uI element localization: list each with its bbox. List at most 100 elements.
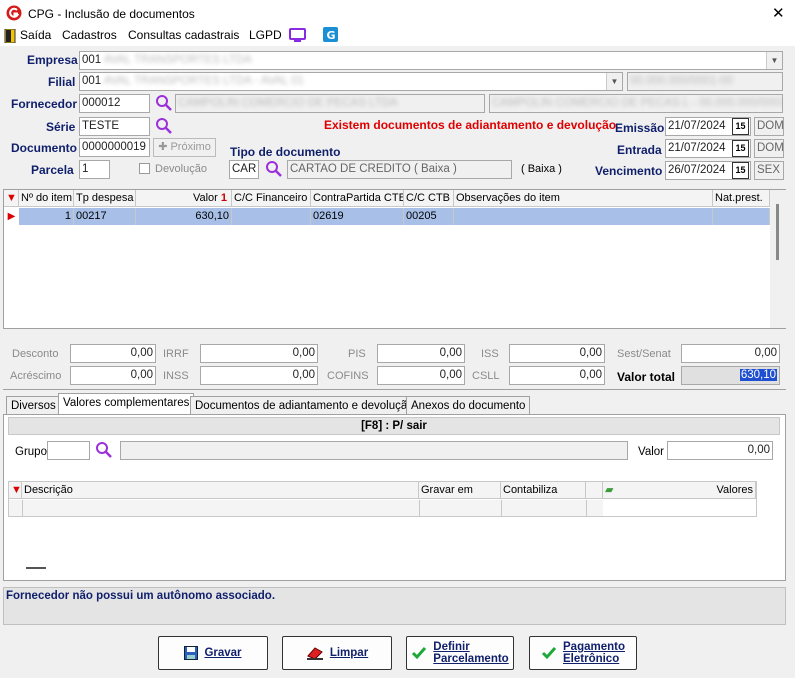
tipo-baixa-text: ( Baixa ) [521,163,562,175]
calendar-icon[interactable]: 15 [732,162,749,179]
fornecedor-code-field[interactable]: 000012 [79,94,150,113]
pis-field[interactable]: 0,00 [377,344,465,363]
warning-message: Existem documentos de adiantamento e dev… [324,118,617,132]
tab-valores-complementares[interactable]: Valores complementares [58,393,195,415]
search-icon[interactable] [155,94,173,112]
tipo-desc-field: CARTAO DE CREDITO ( Baixa ) [287,160,512,179]
tab-documentos-adiantamento[interactable]: Documentos de adiantamento e devolução [190,396,419,415]
csll-field[interactable]: 0,00 [509,366,605,385]
devolucao-label: Devolução [155,163,207,175]
pagamento-eletronico-button[interactable]: Pagamento Eletrônico [529,636,637,670]
acrescimo-field[interactable]: 0,00 [70,366,156,385]
filial-select[interactable]: 001 AVAL TRANSPORTES LTDA - AVAL 01 [79,72,623,91]
money-icon: ▰ [605,484,614,496]
header-valores[interactable]: ▰ Valores [603,482,756,499]
menu-lgpd[interactable]: LGPD [249,28,282,42]
empresa-label: Empresa [27,53,78,67]
cell-obs [454,208,713,225]
app-logo-icon [6,5,22,21]
tab-anexos[interactable]: Anexos do documento [406,396,531,415]
status-message: Fornecedor não possui um autônomo associ… [6,590,276,602]
desconto-field[interactable]: 0,00 [70,344,156,363]
valor-total-field: 630,10 [681,366,780,385]
cofins-field[interactable]: 0,00 [377,366,465,385]
devolucao-checkbox[interactable] [139,163,150,174]
window-title: CPG - Inclusão de documentos [28,7,195,21]
menu-cadastros[interactable]: Cadastros [62,28,117,42]
pis-label: PIS [348,348,366,360]
header-item[interactable]: Nº do item [19,190,74,207]
header-valor[interactable]: Valor 1 [136,190,232,207]
irrf-field[interactable]: 0,00 [200,344,318,363]
grid-menu-icon[interactable]: ▼ [9,482,22,499]
sort-marker: 1 [220,192,227,204]
complementares-grid[interactable]: ▼ Descrição Gravar em Contabiliza ▰ Valor… [8,481,757,517]
scrollbar[interactable] [770,190,786,328]
header-cc-ctb[interactable]: C/C CTB [404,190,454,207]
calendar-icon[interactable]: 15 [732,118,749,135]
header-observacoes[interactable]: Observações do item [454,190,713,207]
parcela-field[interactable]: 1 [79,160,110,179]
chevron-down-icon[interactable]: ▼ [606,73,622,90]
serie-field[interactable]: TESTE [79,117,150,136]
close-button[interactable]: ✕ [772,4,785,22]
iss-label: ISS [481,348,499,360]
emissao-day-field: DOM [754,117,784,136]
tab-diversos[interactable]: Diversos [6,396,61,415]
limpar-button[interactable]: Limpar [282,636,392,670]
sest-field[interactable]: 0,00 [681,344,780,363]
monitor-icon[interactable] [289,28,306,43]
inss-field[interactable]: 0,00 [200,366,318,385]
inss-label: INSS [163,370,189,382]
header-descricao[interactable]: Descrição [22,482,419,499]
empresa-select[interactable]: 001 AVAL TRANSPORTES LTDA [79,51,783,70]
filial-label: Filial [48,75,76,89]
chevron-down-icon[interactable]: ▼ [766,52,782,69]
cell-item: 1 [19,208,74,225]
documento-field[interactable]: 0000000019 [79,138,150,157]
calendar-icon[interactable]: 15 [732,140,749,157]
header-tp-despesa[interactable]: Tp despesa [74,190,136,207]
floppy-disk-icon [184,646,199,660]
menu-consultas[interactable]: Consultas cadastrais [128,28,239,42]
scroll-indicator [26,567,46,569]
cell-ccctb: 00205 [404,208,454,225]
search-icon[interactable] [155,117,173,135]
table-row[interactable] [9,500,756,516]
tipo-documento-label: Tipo de documento [230,145,341,159]
search-icon[interactable] [265,160,283,178]
header-nat-prest[interactable]: Nat.prest. [713,190,770,207]
grupo-label: Grupo [15,446,47,458]
iss-field[interactable]: 0,00 [509,344,605,363]
irrf-label: IRRF [163,348,189,360]
search-icon[interactable] [95,441,113,459]
menu-saida[interactable]: Saída [20,28,51,42]
cell-contra: 02619 [311,208,404,225]
items-grid[interactable]: ▼ Nº do item Tp despesa Valor 1 C/C Fina… [3,189,786,329]
cofins-label: COFINS [327,370,369,382]
g-app-icon[interactable]: G [323,27,338,42]
proximo-button[interactable]: ✚ Próximo [153,138,216,157]
header-blank[interactable] [586,482,603,499]
csll-label: CSLL [472,370,500,382]
svg-text:G: G [327,29,336,42]
eraser-icon [306,647,323,660]
valor-total-label: Valor total [617,370,676,384]
vencimento-day-field: SEX [754,161,784,180]
definir-parcelamento-button[interactable]: Definir Parcelamento [406,636,514,670]
header-contabiliza[interactable]: Contabiliza [501,482,586,499]
fornecedor-name-field: CAMPOLIN COMERCIO DE PECAS LTDA [175,94,485,113]
acrescimo-label: Acréscimo [10,370,62,382]
header-gravar-em[interactable]: Gravar em [419,482,501,499]
grupo-field[interactable] [47,441,90,460]
header-contrapartida[interactable]: ContraPartida CTB [311,190,404,207]
fornecedor-fantasy-field: CAMPOLIN COMERCIO DE PECAS L - 00.000.00… [489,94,783,113]
checkmark-icon [541,647,557,660]
entrada-label: Entrada [617,143,662,157]
cell-tp: 00217 [74,208,136,225]
grid-menu-icon[interactable]: ▼ [4,190,19,207]
tipo-code-field[interactable]: CAR [229,160,259,179]
header-cc-financeiro[interactable]: C/C Financeiro [232,190,311,207]
gravar-button[interactable]: Gravar [158,636,268,670]
valor-field[interactable]: 0,00 [667,441,773,460]
